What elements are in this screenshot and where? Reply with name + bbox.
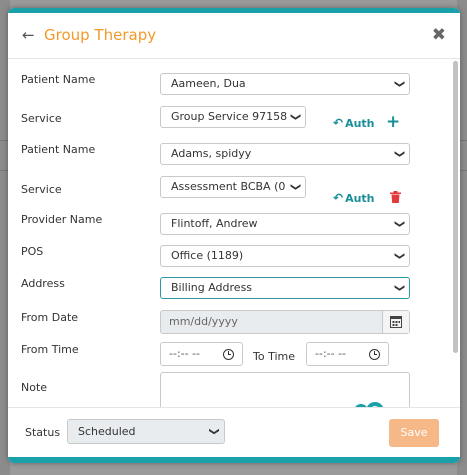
close-icon[interactable]: ✖ [432, 25, 446, 45]
chevron-down-icon: ❯ [393, 283, 405, 293]
service-select[interactable]: Group Service 97158 ❯ [160, 106, 306, 128]
modal-footer: Status Scheduled ❯ Save [8, 407, 460, 458]
pos-value: Office (1189) [171, 249, 244, 262]
group-therapy-modal: ← Group Therapy ✖ Patient Name Aameen, D… [8, 8, 460, 463]
note-label: Note [21, 381, 48, 394]
chevron-down-icon: ❯ [393, 219, 405, 229]
provider-name-select[interactable]: Flintoff, Andrew ❯ [160, 213, 410, 235]
trash-icon[interactable] [390, 191, 401, 203]
clock-icon [223, 349, 234, 360]
save-button[interactable]: Save [389, 419, 439, 447]
add-patient-icon[interactable]: + [386, 112, 400, 132]
auth-label: Auth [345, 117, 375, 130]
service-select[interactable]: Assessment BCBA (0 ❯ [160, 176, 306, 198]
patient-name-value: Adams, spidyy [171, 147, 252, 160]
patient-name-select[interactable]: Adams, spidyy ❯ [160, 143, 410, 165]
provider-name-value: Flintoff, Andrew [171, 217, 258, 230]
from-time-label: From Time [21, 343, 79, 356]
calendar-button[interactable] [382, 311, 409, 333]
chevron-down-icon: ❯ [393, 79, 405, 89]
auth-link[interactable]: ↶ Auth [333, 191, 375, 205]
back-arrow-icon[interactable]: ← [22, 26, 35, 44]
to-time-input[interactable]: --:-- -- [306, 342, 389, 366]
undo-icon: ↶ [333, 191, 344, 205]
provider-name-label: Provider Name [21, 213, 103, 226]
chevron-down-icon: ❯ [289, 182, 301, 192]
to-time-placeholder: --:-- -- [315, 347, 347, 360]
from-date-placeholder: mm/dd/yyyy [169, 315, 238, 328]
scrollbar-thumb[interactable] [453, 61, 458, 353]
calendar-icon [390, 316, 402, 328]
from-date-input[interactable]: mm/dd/yyyy [160, 310, 410, 334]
chevron-down-icon: ❯ [393, 149, 405, 159]
service-label: Service [21, 183, 62, 196]
auth-link[interactable]: ↶ Auth [333, 116, 375, 130]
status-label: Status [25, 426, 61, 439]
from-time-input[interactable]: --:-- -- [160, 342, 243, 366]
status-select[interactable]: Scheduled ❯ [67, 419, 225, 444]
patient-name-value: Aameen, Dua [171, 77, 246, 90]
address-value: Billing Address [171, 281, 253, 294]
address-select[interactable]: Billing Address ❯ [160, 277, 410, 299]
from-date-label: From Date [21, 311, 79, 324]
chevron-down-icon: ❯ [393, 251, 405, 261]
to-time-label: To Time [253, 350, 295, 363]
pos-label: POS [21, 245, 44, 258]
chevron-down-icon: ❯ [289, 112, 301, 122]
pos-select[interactable]: Office (1189) ❯ [160, 245, 410, 267]
patient-name-label: Patient Name [21, 73, 96, 86]
modal-header: ← Group Therapy ✖ [8, 13, 460, 59]
service-label: Service [21, 112, 62, 125]
address-label: Address [21, 277, 65, 290]
auth-label: Auth [345, 192, 375, 205]
patient-name-label: Patient Name [21, 143, 96, 156]
grammar-assistant-icon[interactable] [348, 399, 388, 407]
modal-body: Patient Name Aameen, Dua ❯ Service Group… [8, 59, 452, 407]
patient-name-select[interactable]: Aameen, Dua ❯ [160, 73, 410, 95]
from-time-placeholder: --:-- -- [169, 347, 201, 360]
chevron-down-icon: ❯ [208, 427, 220, 436]
modal-bottom-accent [8, 457, 460, 463]
status-value: Scheduled [78, 425, 136, 438]
clock-icon [369, 349, 380, 360]
modal-title: Group Therapy [44, 26, 157, 44]
undo-icon: ↶ [333, 116, 344, 130]
